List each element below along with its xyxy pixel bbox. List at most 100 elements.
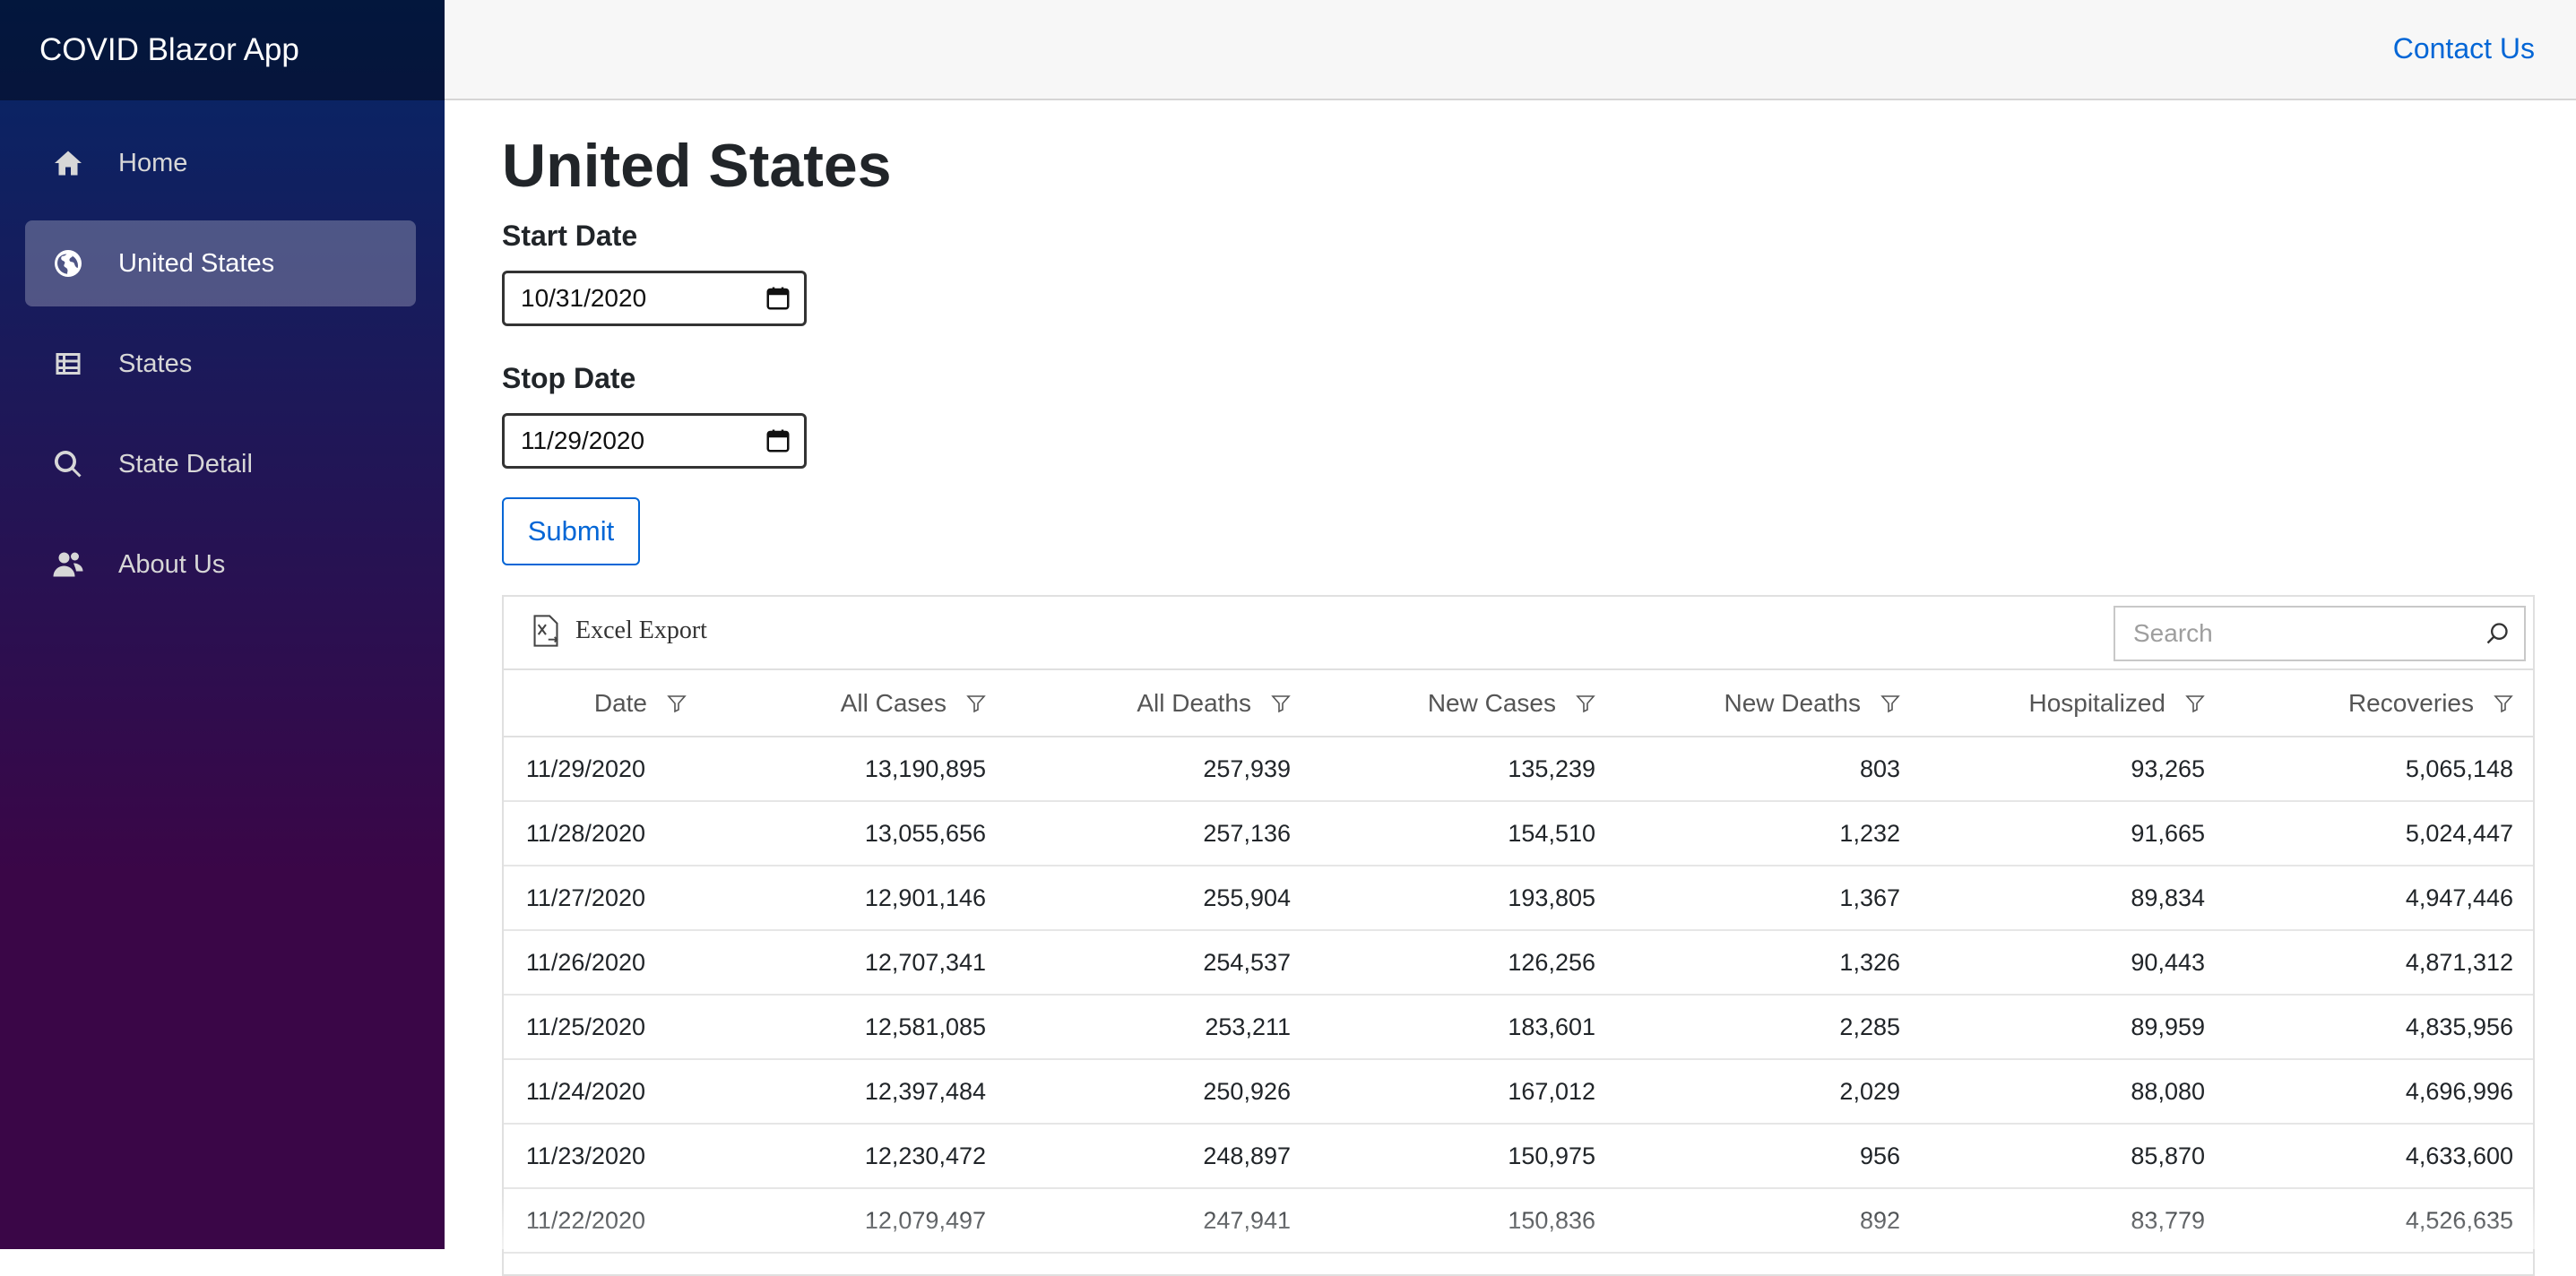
contact-us-link[interactable]: Contact Us — [2393, 32, 2535, 65]
cell-hospitalized: 83,779 — [1920, 1188, 2225, 1253]
grid-toolbar: Excel Export Search — [504, 597, 2533, 670]
start-date-label: Start Date — [502, 220, 2537, 253]
sidebar-item-label: States — [118, 349, 192, 379]
search-icon[interactable] — [2485, 621, 2510, 646]
column-header-date[interactable]: Date — [504, 670, 701, 737]
cell-recoveries: 4,526,635 — [2225, 1188, 2533, 1253]
table-body: 11/29/2020 13,190,895 257,939 135,239 80… — [504, 737, 2533, 1253]
cell-hospitalized: 93,265 — [1920, 737, 2225, 801]
people-icon — [52, 548, 84, 581]
cell-all-cases: 12,707,341 — [701, 930, 1006, 995]
sidebar-item-label: State Detail — [118, 450, 253, 479]
start-date-input[interactable]: 10/31/2020 — [502, 271, 807, 326]
cell-all-cases: 12,581,085 — [701, 995, 1006, 1059]
cell-date: 11/27/2020 — [504, 866, 701, 930]
cell-new-deaths: 1,367 — [1615, 866, 1920, 930]
cell-new-cases: 154,510 — [1310, 801, 1615, 866]
column-header-new-deaths[interactable]: New Deaths — [1615, 670, 1920, 737]
cell-recoveries: 4,696,996 — [2225, 1059, 2533, 1124]
cell-date: 11/29/2020 — [504, 737, 701, 801]
column-header-recoveries[interactable]: Recoveries — [2225, 670, 2533, 737]
sidebar-item-united-states[interactable]: United States — [25, 220, 416, 306]
cell-new-cases: 183,601 — [1310, 995, 1615, 1059]
cell-all-deaths: 255,904 — [1006, 866, 1310, 930]
stop-date-label: Stop Date — [502, 362, 2537, 395]
grid-search-input[interactable]: Search — [2114, 606, 2526, 661]
sidebar: COVID Blazor App Home United States Stat… — [0, 0, 445, 1249]
filter-icon[interactable] — [2185, 694, 2205, 713]
cell-new-deaths: 956 — [1615, 1124, 1920, 1188]
column-header-all-deaths[interactable]: All Deaths — [1006, 670, 1310, 737]
cell-all-cases: 13,190,895 — [701, 737, 1006, 801]
cell-recoveries: 5,024,447 — [2225, 801, 2533, 866]
cell-all-deaths: 253,211 — [1006, 995, 1310, 1059]
sidebar-item-state-detail[interactable]: State Detail — [25, 421, 416, 507]
column-header-all-cases[interactable]: All Cases — [701, 670, 1006, 737]
cell-date: 11/26/2020 — [504, 930, 701, 995]
calendar-icon[interactable] — [765, 285, 791, 312]
filter-icon[interactable] — [2494, 694, 2513, 713]
cell-recoveries: 4,633,600 — [2225, 1124, 2533, 1188]
table-row[interactable]: 11/24/2020 12,397,484 250,926 167,012 2,… — [504, 1059, 2533, 1124]
cell-all-deaths: 254,537 — [1006, 930, 1310, 995]
cell-all-cases: 13,055,656 — [701, 801, 1006, 866]
table-row[interactable]: 11/28/2020 13,055,656 257,136 154,510 1,… — [504, 801, 2533, 866]
cell-new-cases: 135,239 — [1310, 737, 1615, 801]
cell-new-deaths: 892 — [1615, 1188, 1920, 1253]
cell-hospitalized: 91,665 — [1920, 801, 2225, 866]
search-placeholder: Search — [2133, 619, 2213, 648]
filter-icon[interactable] — [1271, 694, 1291, 713]
sidebar-item-states[interactable]: States — [25, 321, 416, 407]
cell-hospitalized: 85,870 — [1920, 1124, 2225, 1188]
cell-all-cases: 12,079,497 — [701, 1188, 1006, 1253]
sidebar-item-home[interactable]: Home — [25, 120, 416, 206]
home-icon — [52, 147, 84, 179]
table-row[interactable]: 11/27/2020 12,901,146 255,904 193,805 1,… — [504, 866, 2533, 930]
cell-new-deaths: 1,326 — [1615, 930, 1920, 995]
cell-all-deaths: 257,136 — [1006, 801, 1310, 866]
column-header-new-cases[interactable]: New Cases — [1310, 670, 1615, 737]
cell-date: 11/28/2020 — [504, 801, 701, 866]
sidebar-item-label: About Us — [118, 550, 225, 580]
table-row[interactable]: 11/22/2020 12,079,497 247,941 150,836 89… — [504, 1188, 2533, 1253]
start-date-value: 10/31/2020 — [521, 284, 646, 313]
cell-date: 11/24/2020 — [504, 1059, 701, 1124]
app-brand[interactable]: COVID Blazor App — [0, 0, 445, 100]
table-header-row: Date All Cases All Deaths New Cases New … — [504, 670, 2533, 737]
cell-hospitalized: 89,834 — [1920, 866, 2225, 930]
cell-all-cases: 12,901,146 — [701, 866, 1006, 930]
data-grid: Excel Export Search Date All Cases All D… — [502, 595, 2535, 1276]
stop-date-input[interactable]: 11/29/2020 — [502, 413, 807, 469]
table-row[interactable]: 11/29/2020 13,190,895 257,939 135,239 80… — [504, 737, 2533, 801]
cell-date: 11/22/2020 — [504, 1188, 701, 1253]
cell-recoveries: 4,947,446 — [2225, 866, 2533, 930]
table-row[interactable]: 11/23/2020 12,230,472 248,897 150,975 95… — [504, 1124, 2533, 1188]
filter-icon[interactable] — [1576, 694, 1595, 713]
cell-new-deaths: 2,285 — [1615, 995, 1920, 1059]
cell-hospitalized: 88,080 — [1920, 1059, 2225, 1124]
cell-date: 11/25/2020 — [504, 995, 701, 1059]
cell-new-cases: 150,836 — [1310, 1188, 1615, 1253]
table-row[interactable]: 11/25/2020 12,581,085 253,211 183,601 2,… — [504, 995, 2533, 1059]
filter-icon[interactable] — [966, 694, 986, 713]
page-title: United States — [502, 133, 2537, 200]
cell-recoveries: 4,871,312 — [2225, 930, 2533, 995]
top-bar: Contact Us — [445, 0, 2576, 100]
submit-button[interactable]: Submit — [502, 497, 640, 565]
excel-export-button[interactable]: Excel Export — [531, 615, 707, 647]
cell-recoveries: 5,065,148 — [2225, 737, 2533, 801]
filter-icon[interactable] — [667, 694, 687, 713]
cell-new-cases: 167,012 — [1310, 1059, 1615, 1124]
excel-icon — [531, 615, 561, 647]
cell-all-cases: 12,230,472 — [701, 1124, 1006, 1188]
cell-new-deaths: 2,029 — [1615, 1059, 1920, 1124]
column-header-hospitalized[interactable]: Hospitalized — [1920, 670, 2225, 737]
cell-new-cases: 150,975 — [1310, 1124, 1615, 1188]
cell-new-deaths: 1,232 — [1615, 801, 1920, 866]
sidebar-item-about-us[interactable]: About Us — [25, 522, 416, 608]
excel-export-label: Excel Export — [575, 616, 707, 645]
table-row[interactable]: 11/26/2020 12,707,341 254,537 126,256 1,… — [504, 930, 2533, 995]
calendar-icon[interactable] — [765, 427, 791, 454]
filter-icon[interactable] — [1880, 694, 1900, 713]
app-title[interactable]: COVID Blazor App — [39, 32, 299, 68]
